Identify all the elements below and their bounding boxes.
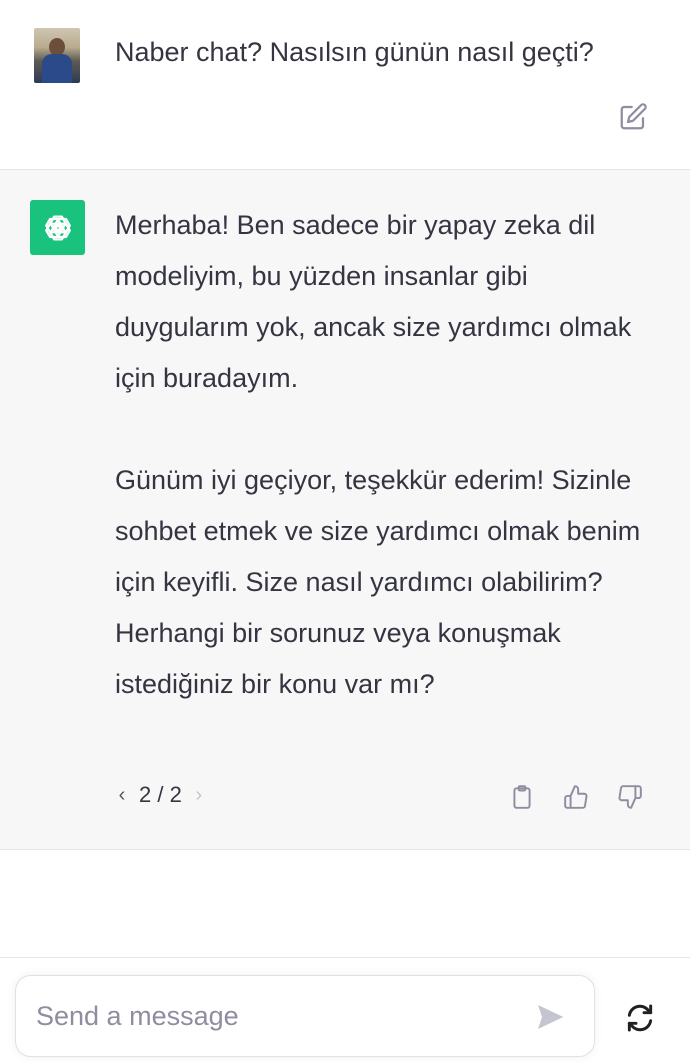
edit-message-button[interactable] [616, 100, 650, 134]
regenerate-button[interactable] [620, 998, 660, 1038]
thumbs-up-button[interactable] [559, 780, 593, 814]
thumbs-up-icon [564, 785, 588, 809]
message-actions [505, 780, 647, 814]
assistant-paragraph: Günüm iyi geçiyor, teşekkür ederim! Sizi… [115, 465, 641, 699]
thumbs-down-icon [618, 785, 642, 809]
assistant-message-text: Merhaba! Ben sadece bir yapay zeka dil m… [115, 200, 665, 710]
edit-icon [620, 103, 647, 130]
copy-button[interactable] [505, 780, 539, 814]
send-button[interactable] [531, 998, 569, 1036]
next-response-button[interactable]: › [192, 784, 206, 807]
message-composer [15, 975, 595, 1057]
user-message-text: Naber chat? Nasılsın günün nasıl geçti? [115, 37, 594, 67]
message-input[interactable] [36, 976, 516, 1056]
user-avatar [34, 28, 80, 83]
user-message: Naber chat? Nasılsın günün nasıl geçti? [0, 0, 690, 170]
assistant-paragraph: Merhaba! Ben sadece bir yapay zeka dil m… [115, 210, 632, 393]
response-counter: 2 / 2 [139, 782, 182, 807]
response-pager: ‹ 2 / 2 › [115, 780, 206, 810]
assistant-message: Merhaba! Ben sadece bir yapay zeka dil m… [0, 170, 690, 850]
openai-logo-icon [44, 214, 71, 241]
clipboard-icon [513, 785, 531, 809]
regenerate-icon [627, 1004, 653, 1032]
thumbs-down-button[interactable] [613, 780, 647, 814]
assistant-avatar [30, 200, 85, 255]
avatar-body [42, 54, 72, 83]
composer-footer [0, 957, 690, 1063]
previous-response-button[interactable]: ‹ [115, 784, 129, 807]
send-icon [538, 1005, 564, 1029]
